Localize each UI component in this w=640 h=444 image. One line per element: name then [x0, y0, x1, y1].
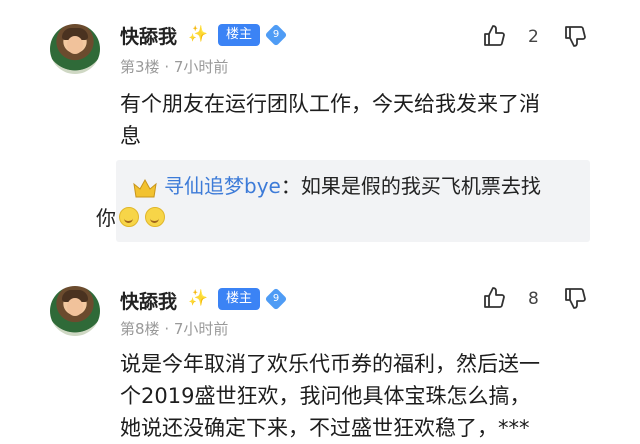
username[interactable]: 快舔我: [120, 287, 177, 314]
reply-separator: ：: [280, 174, 301, 198]
reply-text: 寻仙追梦bye：如果是假的我买飞机票去找 你: [96, 170, 585, 234]
reply-author[interactable]: 寻仙追梦bye: [164, 174, 281, 198]
sparkle-icon: ✨: [188, 288, 208, 307]
post-time: 7小时前: [173, 320, 229, 338]
like-count: 2: [528, 27, 539, 47]
reply-body: 如果是假的我买飞机票去找: [300, 174, 541, 198]
level-badge: 9: [264, 23, 288, 47]
post-time: 7小时前: [173, 58, 229, 76]
content-line: 有个朋友在运行团队工作，今天给我发来了消: [120, 92, 540, 116]
post-content: 有个朋友在运行团队工作，今天给我发来了消 息: [120, 88, 600, 152]
meta-separator: ·: [164, 320, 170, 338]
post-meta: 第8楼 · 7小时前: [120, 318, 228, 339]
post-meta: 第3楼 · 7小时前: [120, 56, 228, 77]
level-badge: 9: [264, 287, 288, 311]
floor-number: 第3楼: [120, 58, 160, 76]
sparkle-icon: ✨: [188, 24, 208, 43]
content-line: 说是今年取消了欢乐代币券的福利，然后送一: [120, 352, 540, 376]
username[interactable]: 快舔我: [120, 22, 177, 49]
owner-badge: 楼主: [218, 24, 260, 46]
owner-badge: 楼主: [218, 288, 260, 310]
like-count: 8: [528, 289, 539, 309]
thumb-down-icon[interactable]: [563, 286, 587, 310]
floor-number: 第8楼: [120, 320, 160, 338]
avatar[interactable]: [50, 286, 100, 336]
thumb-up-icon[interactable]: [482, 286, 506, 310]
content-line: 息: [120, 124, 141, 148]
meta-separator: ·: [164, 58, 170, 76]
post-content: 说是今年取消了欢乐代币券的福利，然后送一 个2019盛世狂欢，我问他具体宝珠怎么…: [120, 348, 600, 444]
thumb-down-icon[interactable]: [563, 24, 587, 48]
content-line: 她说还没确定下来，不过盛世狂欢稳了，***: [120, 416, 530, 440]
smile-emoji-icon: [119, 207, 139, 227]
thumb-up-icon[interactable]: [482, 24, 506, 48]
reply-box[interactable]: 寻仙追梦bye：如果是假的我买飞机票去找 你: [96, 160, 590, 242]
content-line: 个2019盛世狂欢，我问他具体宝珠怎么搞，: [120, 384, 531, 408]
smile-emoji-icon: [145, 207, 165, 227]
avatar[interactable]: [50, 24, 100, 74]
reply-body-line2: 你: [96, 206, 116, 230]
